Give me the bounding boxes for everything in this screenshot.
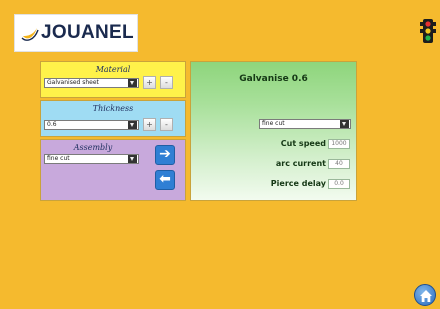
material-select-value: Galvanised sheet [47,79,99,86]
assembly-select[interactable]: fine cut [44,154,139,164]
arrow-left-icon: ⬅ [159,171,171,187]
cut-speed-field[interactable]: 1000 [328,139,350,149]
pierce-delay-label: Pierce delay [270,179,326,188]
cut-settings-panel: Galvanise 0.6 fine cut Cut speed 1000 ar… [190,61,357,201]
mode-select[interactable]: fine cut [259,119,351,129]
material-label: Material [95,65,131,74]
thickness-select[interactable]: 0.6 [44,120,139,130]
arc-current-label: arc current [275,159,326,168]
param-row-pierce-delay: Pierce delay 0.0 [191,178,358,190]
thickness-remove-button[interactable]: - [160,118,173,131]
brand-name: JOUANEL [41,22,134,43]
assembly-label: Assembly [73,143,113,152]
forward-arrow-button[interactable]: ➔ [155,145,175,165]
jouanel-swoosh-icon [21,24,39,42]
arc-current-field[interactable]: 40 [328,159,350,169]
material-select[interactable]: Galvanised sheet [44,78,139,88]
material-add-button[interactable]: + [143,76,156,89]
settings-title: Galvanise 0.6 [239,74,308,84]
app-screen: JOUANEL Material Galvanised sheet + - Th… [0,0,440,309]
chevron-down-icon[interactable] [340,120,349,128]
param-row-arc-current: arc current 40 [191,158,358,170]
cut-speed-label: Cut speed [280,139,326,148]
material-remove-button[interactable]: - [160,76,173,89]
brand-logo: JOUANEL [14,14,138,52]
pierce-delay-field[interactable]: 0.0 [328,179,350,189]
thickness-label: Thickness [92,104,134,113]
home-button[interactable] [414,284,436,306]
chevron-down-icon[interactable] [128,155,137,163]
mode-select-value: fine cut [262,120,285,127]
chevron-down-icon[interactable] [128,79,137,87]
back-arrow-button[interactable]: ⬅ [155,170,175,190]
home-icon [420,290,432,302]
traffic-light-icon [420,18,436,44]
material-panel: Material Galvanised sheet + - [40,61,186,98]
param-row-cut-speed: Cut speed 1000 [191,138,358,150]
assembly-select-value: fine cut [47,155,70,162]
arrow-right-icon: ➔ [159,146,171,162]
thickness-select-value: 0.6 [47,121,57,128]
thickness-add-button[interactable]: + [143,118,156,131]
thickness-panel: Thickness 0.6 + - [40,100,186,137]
chevron-down-icon[interactable] [128,121,137,129]
